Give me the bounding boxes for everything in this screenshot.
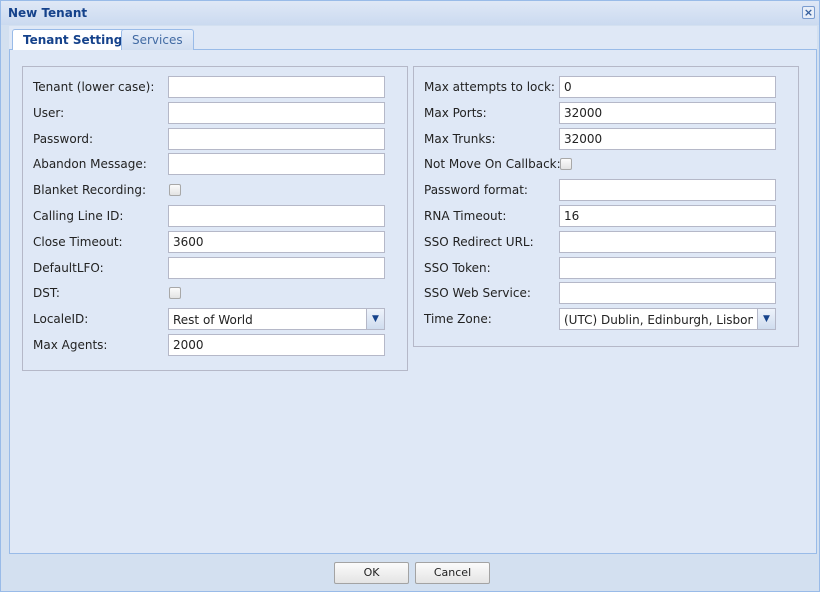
calling-line-id-input[interactable] — [168, 205, 385, 227]
max-ports-input[interactable] — [559, 101, 776, 124]
max-attempts-to-lock-row: Max attempts to lock: — [424, 76, 784, 100]
max-agents-row: Max Agents: — [33, 334, 393, 358]
max-attempts-to-lock-input[interactable] — [559, 76, 776, 98]
max-agents-label: Max Agents: — [33, 338, 108, 352]
max-trunks-label: Max Trunks: — [424, 131, 496, 146]
sso-redirect-url-row: SSO Redirect URL: — [424, 230, 784, 255]
user-label: User: — [33, 105, 65, 120]
not-move-on-callback-label: Not Move On Callback: — [424, 157, 561, 172]
blanket-recording-label: Blanket Recording: — [33, 183, 147, 198]
sso-web-service-label: SSO Web Service: — [424, 286, 531, 301]
password-format-label: Password format: — [424, 183, 528, 198]
max-ports-label: Max Ports: — [424, 105, 487, 120]
tenant-lower-case-input[interactable] — [168, 76, 385, 98]
sso-token-row: SSO Token: — [424, 256, 784, 281]
ok-button[interactable]: OK — [334, 562, 409, 584]
not-move-on-callback-row: Not Move On Callback: — [424, 153, 784, 177]
localeid-label: LocaleID: — [33, 312, 89, 327]
max-ports-row: Max Ports: — [424, 101, 784, 126]
time-zone-label: Time Zone: — [424, 312, 492, 327]
tab-bar: Tenant Settings Services — [9, 26, 817, 52]
user-input[interactable] — [168, 101, 385, 124]
rna-timeout-input[interactable] — [559, 205, 776, 227]
rna-timeout-label: RNA Timeout: — [424, 209, 507, 223]
time-zone-select-value: (UTC) Dublin, Edinburgh, Lisbon, London — [564, 313, 753, 328]
sso-redirect-url-label: SSO Redirect URL: — [424, 234, 534, 249]
abandon-message-input[interactable] — [168, 153, 385, 176]
sso-token-input[interactable] — [559, 256, 776, 279]
dialog-footer: OK Cancel — [1, 554, 819, 591]
chevron-down-icon[interactable]: ▼ — [366, 309, 384, 330]
max-agents-input[interactable] — [168, 334, 385, 356]
calling-line-id-row: Calling Line ID: — [33, 205, 393, 229]
max-trunks-row: Max Trunks: — [424, 127, 784, 152]
tab-services[interactable]: Services — [121, 29, 194, 51]
close-timeout-input[interactable] — [168, 230, 385, 253]
sso-token-label: SSO Token: — [424, 260, 491, 275]
password-format-input[interactable] — [559, 179, 776, 202]
blanket-recording-checkbox[interactable] — [169, 184, 181, 197]
left-fieldset: Tenant (lower case): User: Password: Abando… — [22, 66, 408, 371]
dst-checkbox[interactable] — [169, 287, 181, 300]
close-timeout-row: Close Timeout: — [33, 230, 393, 255]
abandon-message-row: Abandon Message: — [33, 153, 393, 177]
close-timeout-label: Close Timeout: — [33, 234, 123, 249]
sso-web-service-row: SSO Web Service: — [424, 282, 784, 306]
time-zone-select[interactable]: (UTC) Dublin, Edinburgh, Lisbon, London ▼ — [559, 308, 776, 331]
sso-redirect-url-input[interactable] — [559, 230, 776, 253]
rna-timeout-row: RNA Timeout: — [424, 205, 784, 229]
user-row: User: — [33, 101, 393, 126]
defaultlfo-label: DefaultLFO: — [33, 260, 104, 275]
not-move-on-callback-checkbox[interactable] — [560, 158, 572, 171]
password-format-row: Password format: — [424, 179, 784, 203]
localeid-select[interactable]: Rest of World ▼ — [168, 308, 385, 331]
max-attempts-to-lock-label: Max attempts to lock: — [424, 80, 555, 94]
password-row: Password: — [33, 127, 393, 152]
localeid-row: LocaleID: Rest of World ▼ — [33, 308, 393, 332]
dialog-titlebar[interactable]: New Tenant × — [1, 1, 819, 25]
sso-web-service-input[interactable] — [559, 282, 776, 305]
dst-label: DST: — [33, 286, 60, 301]
tenant-lower-case-label: Tenant (lower case): — [33, 80, 155, 94]
localeid-select-value: Rest of World — [173, 313, 253, 328]
right-fieldset: Max attempts to lock: Max Ports: Max Trunk… — [413, 66, 799, 347]
dialog-title: New Tenant — [8, 6, 88, 20]
max-trunks-input[interactable] — [559, 127, 776, 150]
time-zone-row: Time Zone: (UTC) Dublin, Edinburgh, Lisbo… — [424, 308, 784, 332]
chevron-down-icon[interactable]: ▼ — [757, 309, 775, 330]
close-icon[interactable]: × — [802, 6, 815, 19]
defaultlfo-row: DefaultLFO: — [33, 256, 393, 281]
new-tenant-dialog: New Tenant × Tenant Settings Services Te… — [0, 0, 820, 592]
tenant-settings-panel: Tenant (lower case): User: Password: Abando… — [9, 50, 817, 554]
tenant-lower-case-row: Tenant (lower case): — [33, 76, 393, 100]
calling-line-id-label: Calling Line ID: — [33, 209, 124, 223]
abandon-message-label: Abandon Message: — [33, 157, 147, 172]
password-label: Password: — [33, 131, 94, 146]
password-input[interactable] — [168, 127, 385, 150]
blanket-recording-row: Blanket Recording: — [33, 179, 393, 203]
defaultlfo-input[interactable] — [168, 256, 385, 279]
cancel-button[interactable]: Cancel — [415, 562, 490, 584]
dst-row: DST: — [33, 282, 393, 306]
